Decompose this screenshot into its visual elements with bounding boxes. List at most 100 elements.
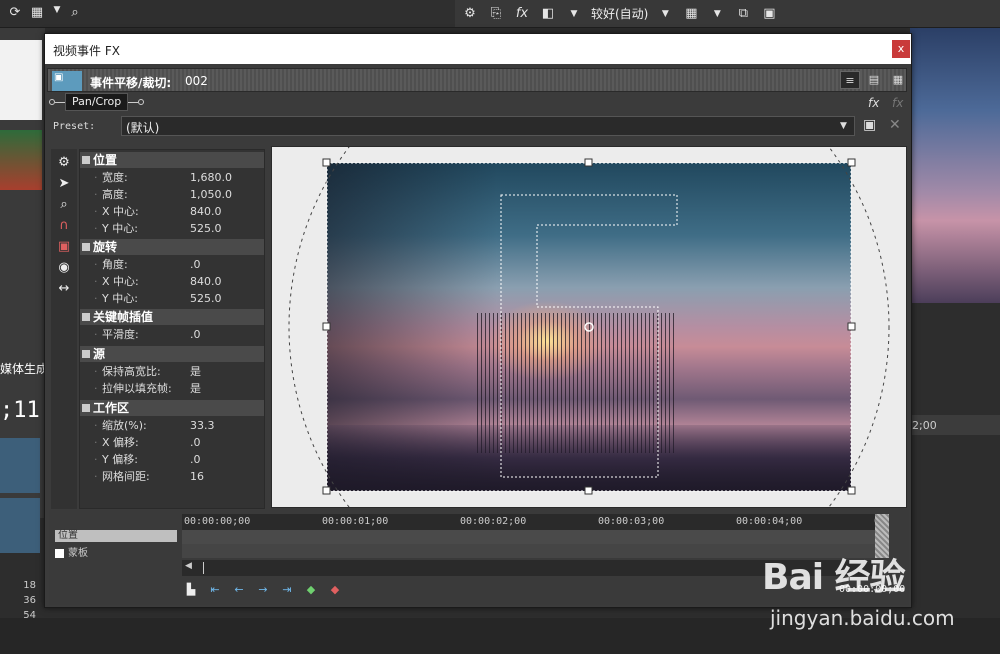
property-row[interactable]: · 保持高宽比: 是 (80, 363, 264, 380)
grid-view-button[interactable]: ▤ (864, 71, 884, 89)
copy-snapshot-icon[interactable]: ⧉ (734, 6, 752, 21)
mask-checkbox[interactable] (55, 548, 64, 558)
video-preview (910, 28, 1000, 303)
handle-right[interactable] (847, 322, 856, 331)
save-preset-icon[interactable]: ▣ (863, 117, 876, 133)
media-thumbnail[interactable] (0, 40, 42, 120)
pointer-icon[interactable]: ➤ (53, 174, 75, 194)
quality-select[interactable]: 较好(自动) (591, 5, 648, 22)
property-row[interactable]: · X 中心: 840.0 (80, 203, 264, 220)
section-workspace[interactable]: 工作区 (80, 400, 264, 416)
fx-header-title: 事件平移/裁切: (90, 76, 172, 90)
gear-icon[interactable]: ⚙ (461, 6, 479, 21)
search-icon[interactable]: ⌕ (66, 5, 84, 20)
handle-top-right[interactable] (847, 158, 856, 167)
fx-icon[interactable]: fx (513, 6, 531, 21)
property-row[interactable]: · 拉伸以填充帧: 是 (80, 380, 264, 397)
chevron-down-icon[interactable]: ▼ (565, 9, 583, 19)
property-row[interactable]: · 平滑度: .0 (80, 326, 264, 343)
delete-preset-icon[interactable]: ✕ (889, 117, 901, 133)
next-keyframe-icon[interactable]: → (254, 581, 272, 599)
track-header[interactable] (0, 498, 40, 553)
handle-bottom-left[interactable] (322, 486, 331, 495)
handle-left[interactable] (322, 322, 331, 331)
preset-select[interactable]: (默认) (121, 116, 855, 136)
event-icon: ▣ (52, 71, 82, 91)
media-thumbnail[interactable] (0, 130, 42, 190)
property-row[interactable]: · X 中心: 840.0 (80, 273, 264, 290)
pan-crop-canvas[interactable] (271, 146, 907, 508)
gear-icon[interactable]: ⚙ (53, 153, 75, 173)
event-id: 002 (185, 74, 208, 88)
property-row[interactable]: · Y 中心: 525.0 (80, 220, 264, 237)
center-icon[interactable]: ◉ (53, 258, 75, 278)
track-mask[interactable]: 蒙板 (55, 544, 88, 559)
close-button[interactable]: x (892, 40, 910, 58)
property-row[interactable]: · X 偏移: .0 (80, 434, 264, 451)
delete-keyframe-icon[interactable]: ◆ (326, 581, 344, 599)
thumbnail-view-button[interactable]: ▦ (888, 71, 908, 89)
ruler-number: 18 (23, 580, 36, 591)
keyframe-lane-position[interactable] (182, 530, 875, 544)
first-keyframe-icon[interactable]: ⇤ (206, 581, 224, 599)
center-handle[interactable] (584, 322, 594, 332)
save-snapshot-icon[interactable]: ▣ (760, 6, 778, 21)
ruler-tick: 00:00:01;00 (322, 516, 389, 527)
plugin-chooser-icon[interactable]: fx (868, 96, 879, 110)
ruler-number: 36 (23, 595, 36, 606)
track-ruler: 18 36 54 (0, 578, 36, 623)
track-position[interactable]: 位置 (55, 530, 177, 542)
handle-bottom-right[interactable] (847, 486, 856, 495)
list-view-button[interactable]: ≡ (840, 71, 860, 89)
handle-top[interactable] (584, 158, 593, 167)
plugin-pan-crop[interactable]: Pan/Crop (65, 93, 129, 111)
track-header[interactable] (0, 438, 40, 493)
zoom-icon[interactable]: ⌕ (53, 195, 75, 215)
section-position[interactable]: 位置 (80, 152, 264, 168)
section-source[interactable]: 源 (80, 346, 264, 362)
property-row[interactable]: · Y 偏移: .0 (80, 451, 264, 468)
grid-icon[interactable]: ▦ (28, 5, 46, 20)
chevron-down-icon[interactable]: ▼ (656, 9, 674, 19)
scroll-left-icon[interactable]: ◀ (185, 561, 192, 571)
ruler-tick: 00:00:04;00 (736, 516, 803, 527)
left-toolbar: ⟳ ▦ ▼ ⌕ (0, 0, 455, 28)
dialog-titlebar[interactable]: 视频事件 FX x (45, 34, 911, 64)
timeline-track-list: 位置 蒙板 (49, 510, 179, 605)
property-row[interactable]: · 高度: 1,050.0 (80, 186, 264, 203)
sync-cursor-icon[interactable]: ▙ (182, 581, 200, 599)
previous-keyframe-icon[interactable]: ← (230, 581, 248, 599)
scroll-thumb[interactable] (203, 562, 204, 574)
handle-top-left[interactable] (322, 158, 331, 167)
section-rotation[interactable]: 旋转 (80, 239, 264, 255)
last-keyframe-icon[interactable]: ⇥ (278, 581, 296, 599)
copy-icon[interactable]: ⎘ (487, 6, 505, 21)
ruler-tick: 00:00:00;00 (184, 516, 251, 527)
property-row[interactable]: · 网格间距: 16 (80, 468, 264, 485)
property-row[interactable]: · 角度: .0 (80, 256, 264, 273)
chevron-down-icon[interactable]: ▼ (708, 9, 726, 19)
lock-aspect-icon[interactable]: ▣ (53, 237, 75, 257)
tool-strip: ⚙ ➤ ⌕ ∩ ▣ ◉ ↔ (51, 149, 77, 509)
overlay-grid-icon[interactable]: ▦ (682, 6, 700, 21)
section-keyframe-interpolation[interactable]: 关键帧插值 (80, 309, 264, 325)
crop-handles (322, 158, 856, 495)
chevron-down-icon[interactable]: ▼ (840, 121, 847, 131)
watermark-logo: Bai 经验 (762, 557, 906, 598)
timeline-ruler[interactable]: 00:00:00;00 00:00:01;00 00:00:02;00 00:0… (182, 514, 886, 530)
magnet-icon[interactable]: ∩ (53, 216, 75, 236)
refresh-icon[interactable]: ⟳ (6, 5, 24, 20)
crop-frame (326, 162, 852, 492)
split-screen-icon[interactable]: ◧ (539, 6, 557, 21)
timeline-time-display: ;11 (0, 398, 40, 423)
stretch-icon[interactable]: ↔ (53, 279, 75, 299)
chevron-down-icon[interactable]: ▼ (48, 5, 66, 15)
property-row[interactable]: · Y 中心: 525.0 (80, 290, 264, 307)
handle-bottom[interactable] (584, 486, 593, 495)
remove-plugin-icon[interactable]: fx (892, 96, 903, 110)
property-row[interactable]: · 宽度: 1,680.0 (80, 169, 264, 186)
mask-label: 蒙板 (68, 548, 88, 559)
watermark-url: jingyan.baidu.com (770, 606, 955, 630)
property-row[interactable]: · 缩放(%): 33.3 (80, 417, 264, 434)
add-keyframe-icon[interactable]: ◆ (302, 581, 320, 599)
